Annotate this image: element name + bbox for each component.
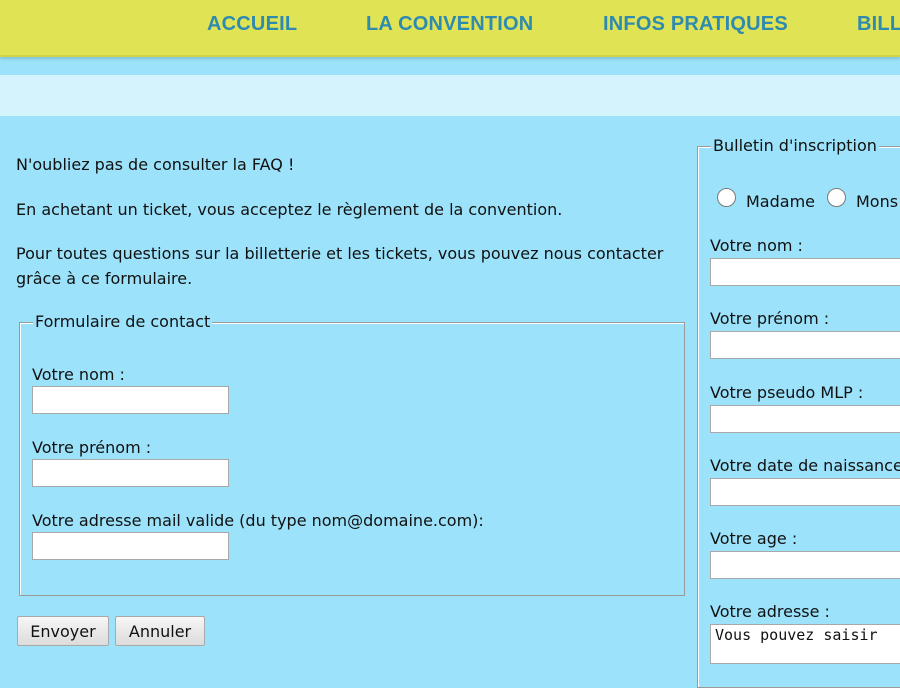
contact-name-input[interactable] — [32, 386, 229, 414]
nav-link-billetterie[interactable]: BILL — [857, 13, 900, 36]
top-navigation-bar: ACCUEIL LA CONVENTION INFOS PRATIQUES BI… — [0, 0, 900, 57]
registration-birthdate-label: Votre date de naissance — [710, 456, 900, 475]
title-monsieur-radio[interactable] — [827, 188, 846, 207]
faq-notice: N'oubliez pas de consulter la FAQ ! — [16, 155, 295, 174]
registration-age-label: Votre age : — [710, 529, 798, 548]
registration-firstname-label: Votre prénom : — [710, 309, 830, 328]
registration-address-textarea[interactable]: Vous pouvez saisir — [710, 624, 900, 664]
send-button[interactable]: Envoyer — [17, 616, 109, 646]
registration-pseudo-label: Votre pseudo MLP : — [710, 383, 864, 402]
contact-intro-line-2: grâce à ce formulaire. — [16, 269, 193, 288]
contact-firstname-input[interactable] — [32, 459, 229, 487]
title-madame-radio[interactable] — [717, 188, 736, 207]
header-light-band — [0, 75, 900, 116]
contact-email-label: Votre adresse mail valide (du type nom@d… — [32, 511, 484, 530]
registration-address-label: Votre adresse : — [710, 602, 830, 621]
registration-firstname-input[interactable] — [710, 331, 900, 359]
title-monsieur-label: Mons — [856, 192, 899, 211]
title-madame-label: Madame — [746, 192, 815, 211]
contact-firstname-label: Votre prénom : — [32, 438, 152, 457]
registration-pseudo-input[interactable] — [710, 405, 900, 433]
registration-name-input[interactable] — [710, 258, 900, 286]
contact-name-label: Votre nom : — [32, 365, 125, 384]
registration-name-label: Votre nom : — [710, 236, 803, 255]
header-band — [0, 55, 900, 75]
rules-notice: En achetant un ticket, vous acceptez le … — [16, 200, 563, 219]
cancel-button[interactable]: Annuler — [115, 616, 205, 646]
contact-intro-line-1: Pour toutes questions sur la billetterie… — [16, 244, 664, 263]
nav-link-infos-pratiques[interactable]: INFOS PRATIQUES — [603, 13, 788, 36]
nav-link-la-convention[interactable]: LA CONVENTION — [366, 13, 533, 36]
registration-form-legend: Bulletin d'inscription — [711, 136, 879, 155]
registration-age-input[interactable] — [710, 551, 900, 579]
nav-link-accueil[interactable]: ACCUEIL — [207, 13, 297, 36]
registration-birthdate-input[interactable] — [710, 478, 900, 506]
contact-form-legend: Formulaire de contact — [33, 312, 213, 331]
contact-email-input[interactable] — [32, 532, 229, 560]
